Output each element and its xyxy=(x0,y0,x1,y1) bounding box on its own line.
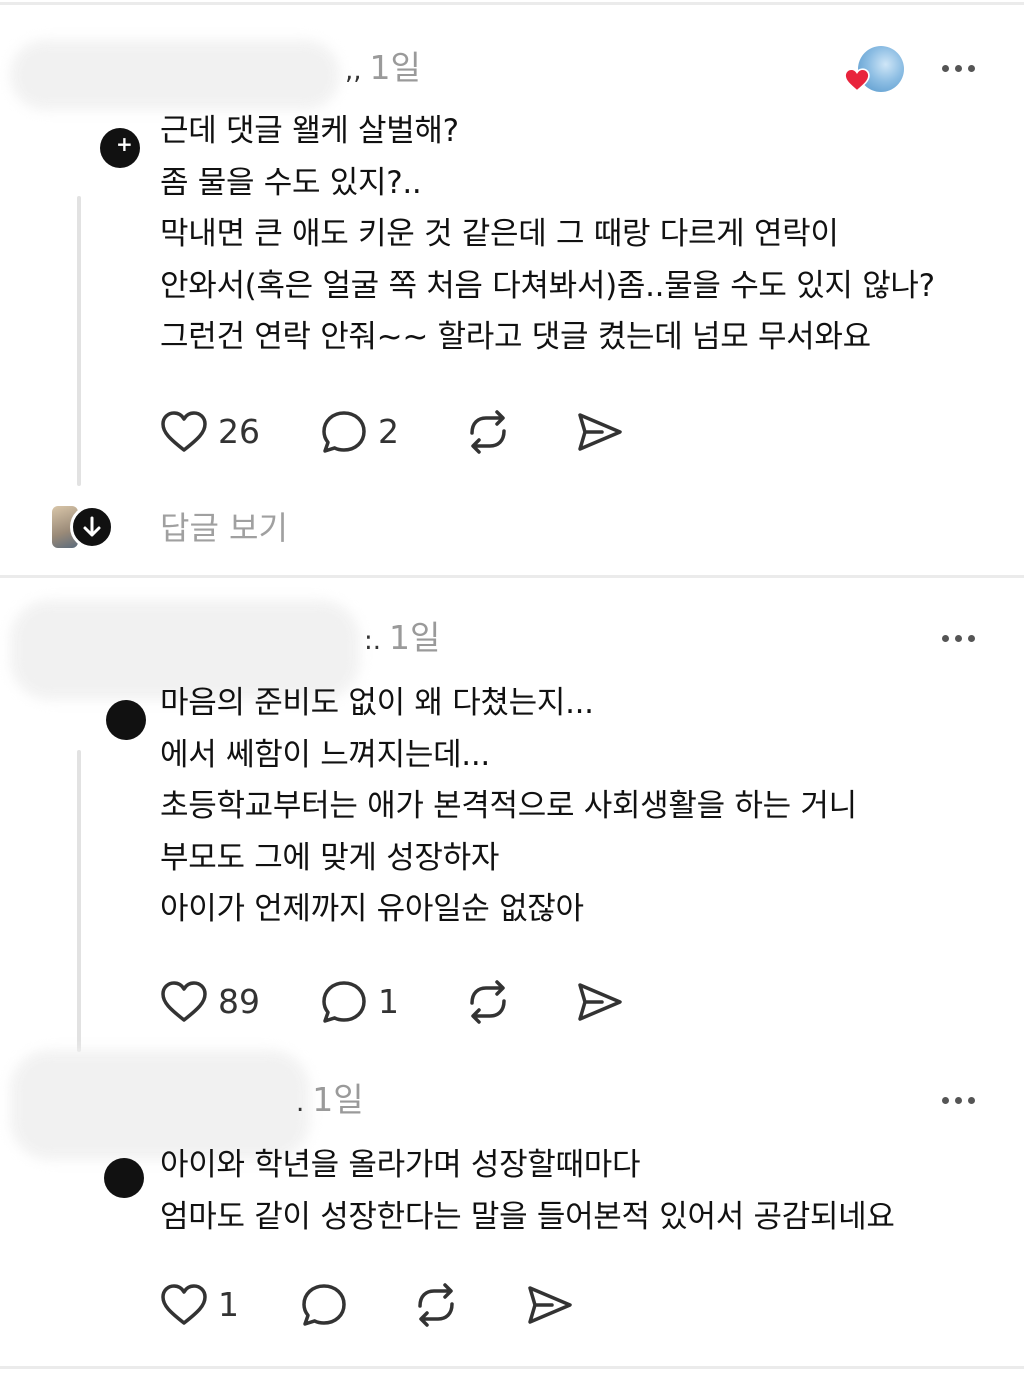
comment-button[interactable]: 1 xyxy=(320,977,464,1027)
post-meta: :. 1일 xyxy=(364,618,440,661)
post-line: 초등학교부터는 애가 본격적으로 사회생활을 하는 거니 xyxy=(160,788,857,824)
heart-icon xyxy=(161,981,207,1022)
post-line: 근데 댓글 왤케 살벌해? xyxy=(160,113,459,149)
heart-icon xyxy=(161,1284,207,1325)
post-body: 아이와 학년을 올라가며 성장할때마다 엄마도 같이 성장한다는 말을 들어본적… xyxy=(160,1140,895,1243)
top-divider xyxy=(0,2,1024,5)
bottom-divider xyxy=(0,1366,1024,1369)
share-button[interactable] xyxy=(576,977,636,1027)
share-button[interactable] xyxy=(576,407,636,457)
comment-button[interactable]: 2 xyxy=(320,407,464,457)
post-meta: ,, 1일 xyxy=(345,48,421,91)
send-icon xyxy=(578,983,622,1021)
post-line: 엄마도 같이 성장한다는 말을 들어본적 있어서 공감되네요 xyxy=(160,1198,895,1235)
like-count: 26 xyxy=(218,412,260,451)
repost-icon xyxy=(418,1283,454,1327)
more-options-button[interactable] xyxy=(942,1090,975,1110)
thread-line xyxy=(77,750,81,1052)
comment-bubble-icon xyxy=(322,411,366,453)
post-line: 부모도 그에 맞게 성장하자 xyxy=(160,839,500,876)
share-button[interactable] xyxy=(526,1280,586,1330)
post-time: 1일 xyxy=(369,48,421,87)
post-meta: . 1일 xyxy=(296,1080,364,1123)
post-body: 마음의 준비도 없이 왜 다쳤는지... 에서 쎄함이 느껴지는데... 초등학… xyxy=(160,678,857,936)
like-count: 1 xyxy=(218,1285,239,1324)
post-line: 그런건 연락 안줘~~ 할라고 댓글 켰는데 넘모 무서와요 xyxy=(160,319,871,355)
post-line: 에서 쎄함이 느껴지는데... xyxy=(160,736,490,773)
repost-button[interactable] xyxy=(412,1280,526,1330)
avatar[interactable] xyxy=(104,1158,144,1198)
heart-icon xyxy=(844,68,870,92)
action-bar: 1 xyxy=(160,1280,586,1330)
post-line: 아이가 언제까지 유아일순 없잖아 xyxy=(160,891,584,927)
like-button[interactable]: 89 xyxy=(160,977,320,1027)
action-bar: 26 2 xyxy=(160,407,636,457)
repost-icon xyxy=(470,980,506,1024)
post-time: 1일 xyxy=(312,1080,364,1119)
post-line: 아이와 학년을 올라가며 성장할때마다 xyxy=(160,1147,641,1183)
more-dots-icon xyxy=(942,634,949,642)
repost-button[interactable] xyxy=(464,977,576,1027)
like-button[interactable]: 1 xyxy=(160,1280,300,1330)
post-line: 좀 물을 수도 있지?.. xyxy=(160,164,422,201)
post-divider xyxy=(0,575,1024,578)
liker-avatar[interactable] xyxy=(844,46,904,92)
send-icon xyxy=(528,1286,572,1324)
post-time: 1일 xyxy=(389,618,441,657)
action-bar: 89 1 xyxy=(160,977,636,1027)
post-body: 근데 댓글 왤케 살벌해? 좀 물을 수도 있지?.. 막내면 큰 애도 키운 … xyxy=(160,106,935,364)
comment-bubble-icon xyxy=(322,981,366,1023)
username-fragment: ,, xyxy=(345,56,362,86)
more-dots-icon xyxy=(942,1096,949,1104)
send-icon xyxy=(578,413,622,451)
more-options-button[interactable] xyxy=(942,628,975,648)
more-options-button[interactable] xyxy=(942,58,975,78)
post-line: 마음의 준비도 없이 왜 다쳤는지... xyxy=(160,685,594,721)
heart-icon xyxy=(161,411,207,452)
like-button[interactable]: 26 xyxy=(160,407,320,457)
username-fragment: . xyxy=(296,1088,305,1118)
avatar[interactable]: + xyxy=(100,128,140,168)
comment-count: 1 xyxy=(378,982,399,1021)
arrow-down-icon[interactable] xyxy=(70,505,114,549)
comment-count: 2 xyxy=(378,412,399,451)
like-count: 89 xyxy=(218,982,260,1021)
username-fragment: :. xyxy=(364,626,382,656)
repost-button[interactable] xyxy=(464,407,576,457)
avatar[interactable] xyxy=(106,700,146,740)
follow-plus-icon[interactable]: + xyxy=(116,134,133,154)
view-replies-link[interactable]: 답글 보기 xyxy=(160,506,288,550)
thread-line xyxy=(77,196,81,486)
post-line: 막내면 큰 애도 키운 것 같은데 그 때랑 다르게 연락이 xyxy=(160,216,839,252)
comment-button[interactable] xyxy=(300,1280,412,1330)
repost-icon xyxy=(470,410,506,454)
comment-bubble-icon xyxy=(302,1284,346,1326)
redacted-username xyxy=(10,40,340,110)
post-line: 안와서(혹은 얼굴 쪽 처음 다쳐봐서)좀..물을 수도 있지 않나? xyxy=(160,267,935,304)
more-dots-icon xyxy=(942,64,949,72)
